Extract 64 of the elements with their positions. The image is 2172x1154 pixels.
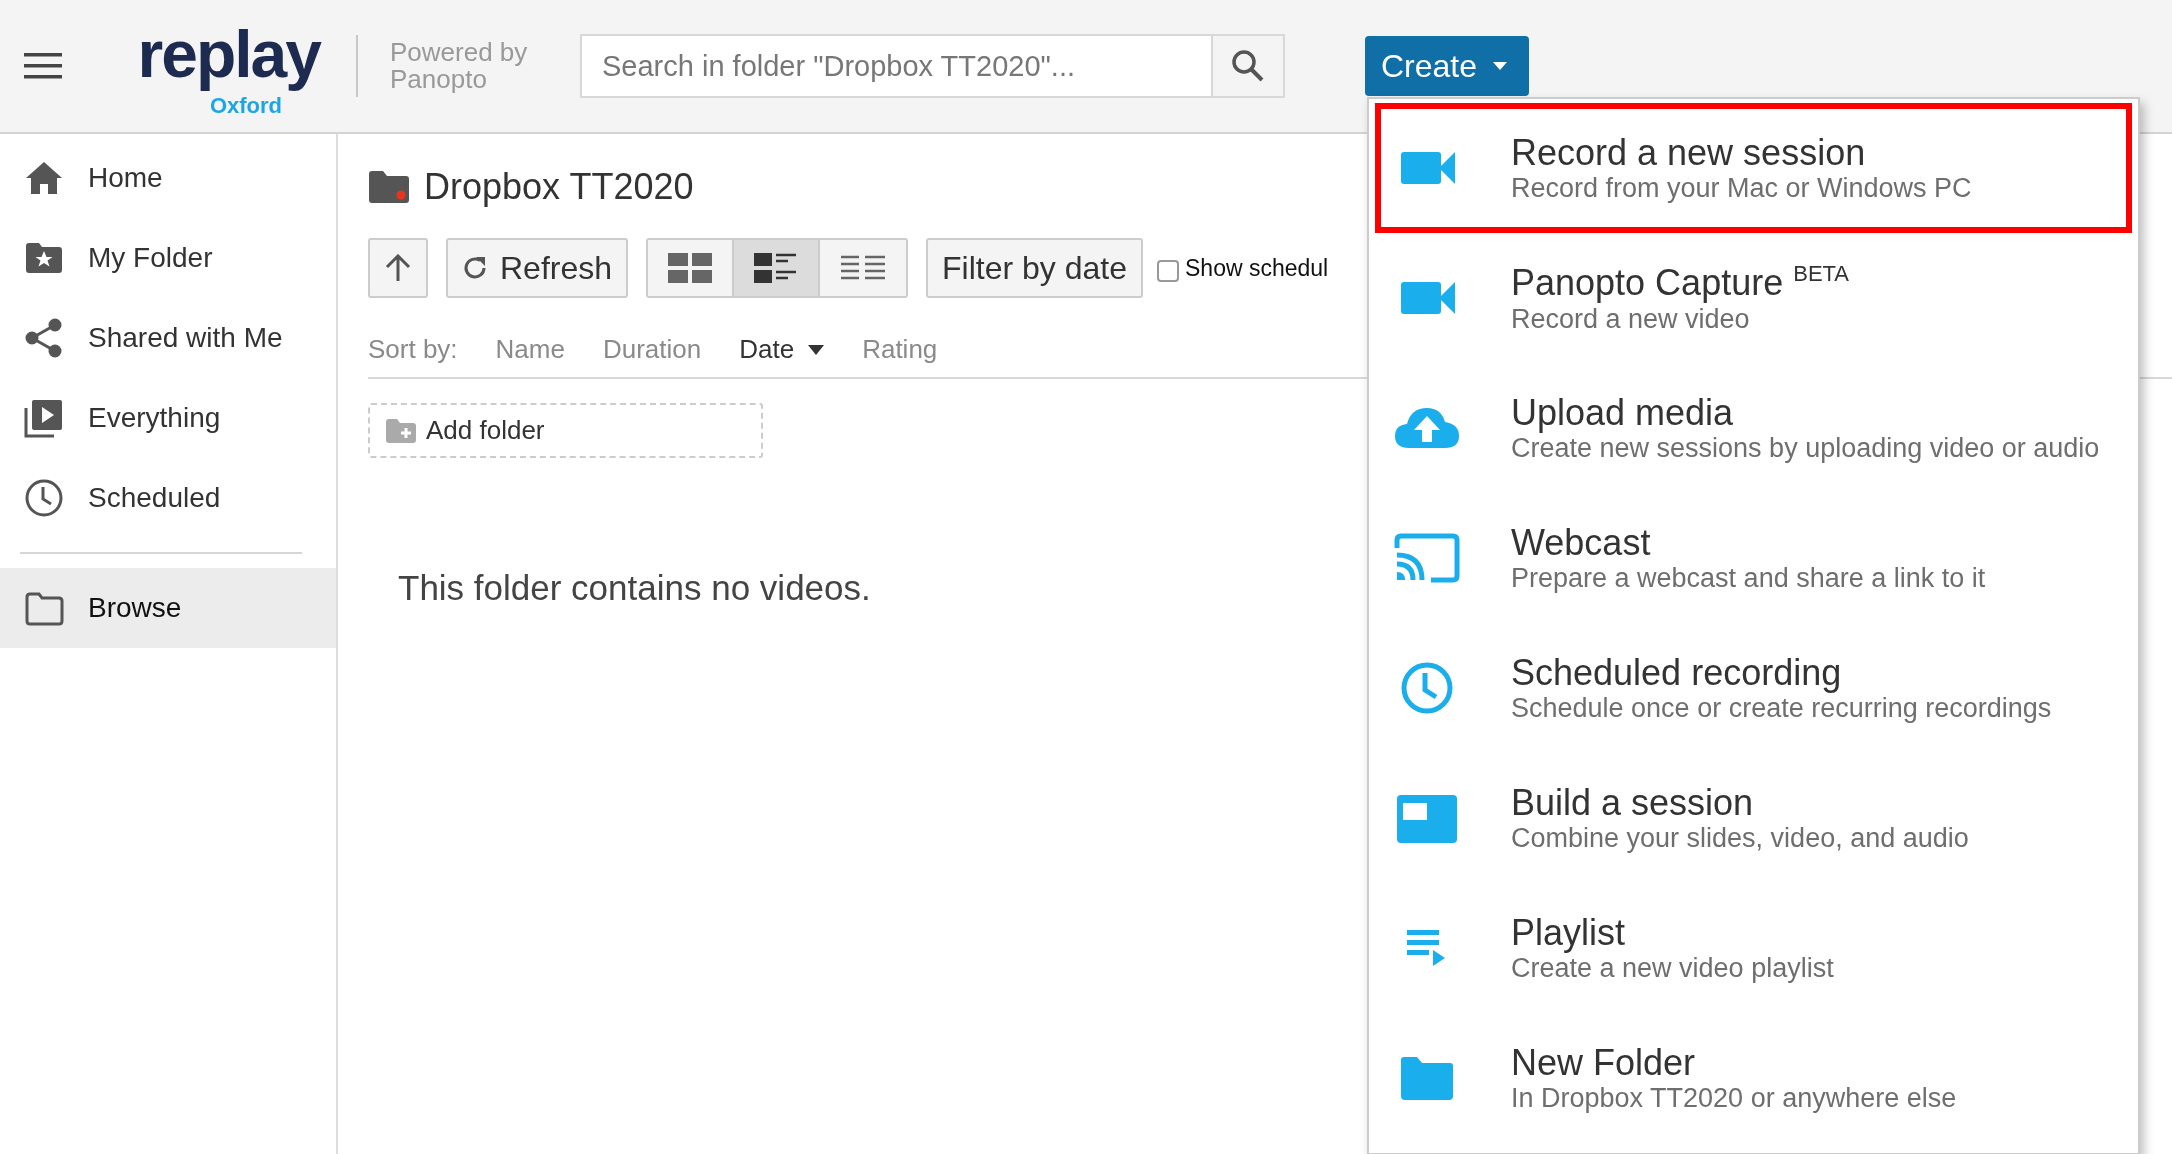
powered-by-text: Panopto bbox=[390, 66, 488, 94]
menu-item-title: New Folder bbox=[1511, 1041, 1697, 1084]
powered-by-text: Powered by bbox=[390, 38, 529, 66]
empty-message: This folder contains no videos. bbox=[398, 568, 871, 608]
refresh-button[interactable]: Refresh bbox=[446, 238, 629, 298]
menu-item-title: Webcast bbox=[1511, 521, 1652, 564]
logo-subtitle: Oxford bbox=[209, 94, 282, 118]
menu-item[interactable]: Panopto Capture $^{BETA}$ Record a new video bbox=[1375, 233, 2132, 363]
sidebar-item[interactable]: Scheduled bbox=[0, 458, 336, 538]
menu-item[interactable]: Upload media Create new sessions by uploading video or audio bbox=[1375, 363, 2132, 493]
search-button[interactable] bbox=[1213, 34, 1285, 98]
view-toggle[interactable] bbox=[648, 240, 735, 296]
menu-item[interactable]: Scheduled recording Schedule once or create recurring recordings bbox=[1375, 623, 2132, 753]
clock-icon bbox=[24, 478, 64, 518]
menu-icon[interactable] bbox=[24, 53, 62, 79]
caret-icon bbox=[808, 344, 825, 355]
menu-item-title: Upload media bbox=[1511, 391, 1735, 434]
checkbox-label: Show schedul bbox=[1185, 254, 1329, 282]
search-icon bbox=[1231, 49, 1265, 83]
menu-item-subtitle: Create new sessions by uploading video or audio bbox=[1511, 433, 2100, 465]
sidebar-item[interactable]: My Folder bbox=[0, 218, 336, 298]
menu-item-subtitle: In Dropbox TT2020 or anywhere else bbox=[1511, 1083, 1957, 1115]
sort-option[interactable]: Date bbox=[739, 334, 825, 365]
add-folder-button[interactable]: Add folder bbox=[368, 403, 763, 458]
menu-item-title: Panopto Capture $^{BETA}$ bbox=[1511, 261, 1850, 304]
menu-item-subtitle: Create a new video playlist bbox=[1511, 953, 1834, 985]
video-library-icon bbox=[24, 398, 64, 438]
view-toggle[interactable] bbox=[734, 240, 821, 296]
view-toggle[interactable] bbox=[820, 240, 907, 296]
menu-item-subtitle: Schedule once or create recurring recordings bbox=[1511, 693, 2052, 725]
refresh-icon bbox=[462, 255, 488, 281]
menu-item[interactable]: Playlist Create a new video playlist bbox=[1375, 883, 2132, 1013]
menu-item-title: Record a new session bbox=[1511, 131, 1867, 174]
menu-item-title: Scheduled recording bbox=[1511, 651, 1843, 694]
folder-icon bbox=[368, 170, 410, 204]
menu-item-title: Build a session bbox=[1511, 781, 1755, 824]
grid-icon bbox=[668, 253, 713, 283]
list-icon bbox=[841, 255, 886, 281]
menu-item-title: Playlist bbox=[1511, 911, 1627, 954]
filter-button[interactable]: Filter by date bbox=[926, 238, 1143, 298]
menu-item-subtitle: Record from your Mac or Windows PC bbox=[1511, 173, 1972, 205]
caret-icon bbox=[1493, 62, 1508, 70]
sidebar-item[interactable]: Browse bbox=[0, 568, 336, 648]
sidebar-item[interactable]: Everything bbox=[0, 378, 336, 458]
menu-item[interactable]: Record a new session Record from your Mac or Windows PC bbox=[1375, 103, 2132, 233]
menu-item[interactable]: Webcast Prepare a webcast and share a link to it bbox=[1375, 493, 2132, 623]
menu-item[interactable]: Build a session Combine your slides, video, and audio bbox=[1375, 753, 2132, 883]
share-icon bbox=[24, 318, 64, 358]
detail-list-icon bbox=[754, 253, 799, 283]
sidebar-item[interactable]: Shared with Me bbox=[0, 298, 336, 378]
search-field[interactable]: Search in folder "Dropbox TT2020"... bbox=[580, 34, 1213, 98]
menu-item-subtitle: Prepare a webcast and share a link to it bbox=[1511, 563, 1986, 595]
create-button[interactable]: Create bbox=[1365, 36, 1530, 96]
checkbox[interactable] bbox=[1157, 260, 1179, 282]
folder-plus-icon bbox=[386, 418, 416, 443]
sidebar-item[interactable]: Home bbox=[0, 138, 336, 218]
up-button[interactable] bbox=[368, 238, 428, 298]
folder-title: Dropbox TT2020 bbox=[424, 166, 694, 208]
menu-item[interactable]: New Folder In Dropbox TT2020 or anywhere else bbox=[1375, 1013, 2132, 1143]
sort-label: Sort by: bbox=[368, 334, 458, 365]
logo-wordmark[interactable]: replay bbox=[137, 14, 320, 94]
menu-item-subtitle: Combine your slides, video, and audio bbox=[1511, 823, 1969, 855]
menu-item-subtitle: Record a new video bbox=[1511, 303, 1751, 335]
up-arrow-icon bbox=[385, 254, 411, 282]
